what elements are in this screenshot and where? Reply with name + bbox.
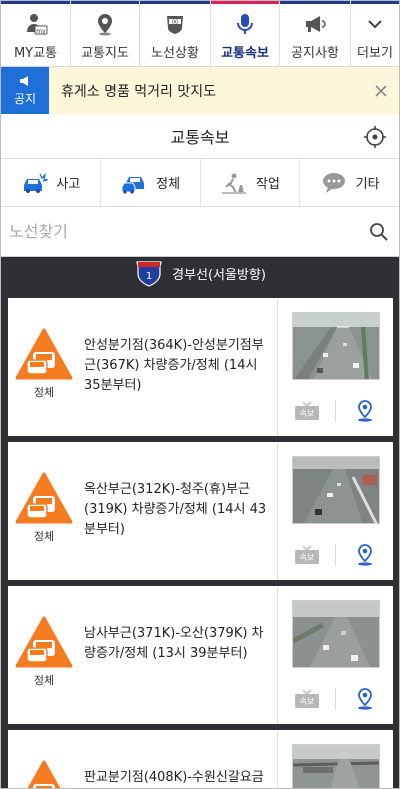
nav-tab-label: MY교통 <box>13 46 58 61</box>
highway-shield-icon: 1 <box>136 261 162 287</box>
nav-tab-label: 교통지도 <box>81 46 129 61</box>
incident-status-label: 정체 <box>33 530 55 543</box>
location-pin-icon <box>357 400 372 422</box>
nav-tab-traffic-map[interactable]: 교통지도 <box>71 1 140 67</box>
incident-status-label: 정체 <box>33 674 55 687</box>
incident-status <box>8 730 80 788</box>
category-accident[interactable]: 사고 <box>1 159 101 206</box>
nav-tab-label: 노선상황 <box>151 46 199 61</box>
search-button[interactable] <box>359 212 399 252</box>
incident-card[interactable]: 판교분기점(408K)-수원신갈요금 <box>8 730 393 788</box>
notice-badge-label: 공지 <box>13 92 37 106</box>
speech-bubble-icon <box>322 172 345 193</box>
incident-status: 정체 <box>8 442 80 580</box>
map-location-button[interactable] <box>336 684 393 714</box>
cctv-thumbnail[interactable] <box>291 600 380 668</box>
cctv-thumbnail[interactable] <box>291 456 380 524</box>
page-header: 교통속보 <box>1 114 399 159</box>
route-search-bar <box>1 207 399 257</box>
speaker-icon <box>20 76 28 86</box>
congestion-car-icon <box>121 176 145 194</box>
broadcast-label: 속보 <box>299 697 314 706</box>
category-filter-bar: 사고 정체 작업 기타 <box>1 159 399 207</box>
nav-tab-label: 공지사항 <box>291 46 339 61</box>
category-roadwork[interactable]: 작업 <box>201 159 301 206</box>
cctv-thumbnail[interactable] <box>291 312 380 380</box>
tv-icon: 속보 <box>294 401 319 420</box>
notice-banner[interactable]: 공지 휴게소 명품 먹거리 맛지도 <box>1 67 399 114</box>
top-navigation: my MY교통 교통지도 00 노선상황 교통속보 공지사항 더보기 <box>1 1 399 67</box>
tv-icon: 속보 <box>294 545 319 564</box>
locate-icon[interactable] <box>363 125 387 149</box>
broadcast-label: 속보 <box>299 553 314 562</box>
route-number: 1 <box>146 271 152 282</box>
congestion-warning-icon <box>15 328 73 380</box>
incident-description: 옥산부근(312K)-청주(휴)부근(319K) 차량증가/정체 (14시 43… <box>84 482 267 537</box>
chevron-down-icon <box>365 12 385 36</box>
notice-close-button[interactable] <box>363 73 399 109</box>
category-other[interactable]: 기타 <box>300 159 399 206</box>
notice-badge: 공지 <box>1 67 49 114</box>
route-status-icon: 00 <box>163 12 187 36</box>
congestion-warning-icon <box>27 760 61 788</box>
accident-car-icon <box>24 172 49 193</box>
app-frame: my MY교통 교통지도 00 노선상황 교통속보 공지사항 더보기 공지 휴게… <box>0 0 400 789</box>
incident-card[interactable]: 정체 안성분기점(364K)-안성분기점부근(367K) 차량증가/정체 (14… <box>8 298 393 436</box>
incident-card[interactable]: 정체 남사부근(371K)-오산(379K) 차량증가/정체 (13시 39분부… <box>8 586 393 724</box>
location-pin-icon <box>357 688 372 710</box>
map-location-button[interactable] <box>336 396 393 426</box>
nav-tab-route-status[interactable]: 00 노선상황 <box>140 1 211 67</box>
category-label: 작업 <box>255 177 280 192</box>
broadcast-label: 속보 <box>299 409 314 418</box>
roadwork-icon <box>221 173 246 194</box>
search-icon <box>370 222 388 241</box>
incident-description: 판교분기점(408K)-수원신갈요금 <box>84 770 264 785</box>
broadcast-button[interactable]: 속보 <box>278 396 335 426</box>
close-icon <box>375 84 387 97</box>
map-location-button[interactable] <box>336 540 393 570</box>
category-congestion[interactable]: 정체 <box>101 159 201 206</box>
page-title: 교통속보 <box>170 128 230 147</box>
broadcast-button[interactable]: 속보 <box>278 540 335 570</box>
incident-description: 남사부근(371K)-오산(379K) 차량증가/정체 (13시 39분부터) <box>84 626 264 661</box>
congestion-warning-icon <box>15 472 73 524</box>
broadcast-button[interactable]: 속보 <box>278 684 335 714</box>
nav-tab-my-traffic[interactable]: my MY교통 <box>1 1 71 67</box>
nav-tab-more[interactable]: 더보기 <box>351 1 399 67</box>
my-traffic-icon: my <box>24 12 48 36</box>
incident-status-label: 정체 <box>33 386 55 399</box>
microphone-icon <box>233 12 257 36</box>
tv-icon: 속보 <box>294 689 319 708</box>
notice-text[interactable]: 휴게소 명품 먹거리 맛지도 <box>49 81 363 101</box>
incident-status: 정체 <box>8 298 80 436</box>
nav-tab-notices[interactable]: 공지사항 <box>280 1 351 67</box>
location-pin-icon <box>357 544 372 566</box>
route-search-input[interactable] <box>1 211 359 252</box>
incident-card[interactable]: 정체 옥산부근(312K)-청주(휴)부근(319K) 차량증가/정체 (14시… <box>8 442 393 580</box>
incident-description: 안성분기점(364K)-안성분기점부근(367K) 차량증가/정체 (14시 3… <box>84 338 264 393</box>
route-name: 경부선(서울방향) <box>172 267 266 283</box>
cctv-thumbnail[interactable] <box>291 744 380 788</box>
svg-text:00: 00 <box>172 19 178 25</box>
category-label: 사고 <box>56 177 81 192</box>
map-pin-icon <box>93 12 117 36</box>
nav-tab-label: 더보기 <box>357 46 393 61</box>
congestion-warning-icon <box>15 616 73 668</box>
nav-tab-traffic-news[interactable]: 교통속보 <box>211 1 280 67</box>
category-label: 정체 <box>156 177 181 192</box>
megaphone-icon <box>303 12 327 36</box>
nav-tab-label: 교통속보 <box>221 46 269 61</box>
route-header: 1 경부선(서울방향) <box>1 257 399 289</box>
category-label: 기타 <box>355 177 380 192</box>
incident-status: 정체 <box>8 586 80 724</box>
incident-list[interactable]: 1 경부선(서울방향) 정체 안성분기점(364K)-안성분기점부근(367K)… <box>1 257 399 788</box>
svg-text:my: my <box>36 28 46 35</box>
